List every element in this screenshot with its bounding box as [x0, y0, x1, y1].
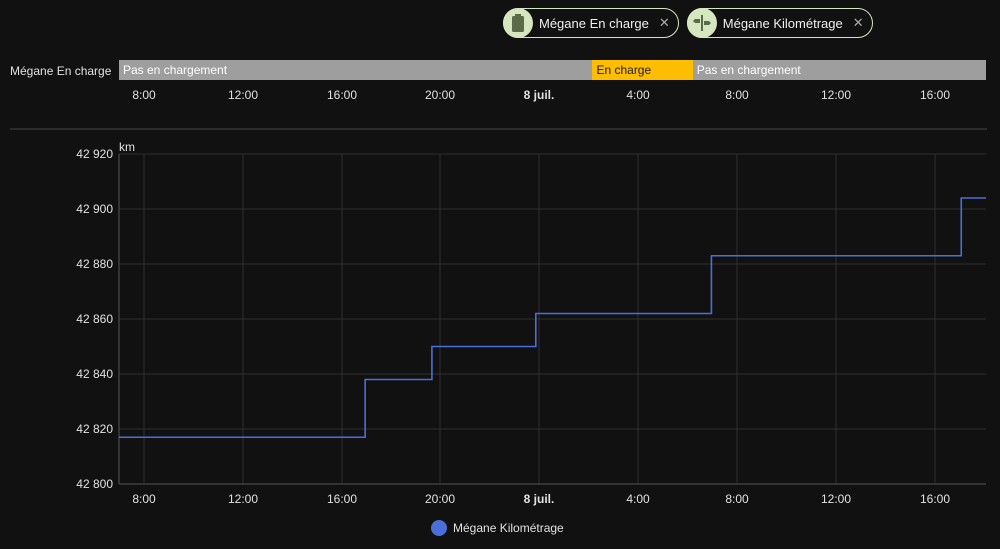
chart-legend[interactable]: Mégane Kilométrage — [431, 520, 564, 536]
odometer-chart: 42 920 42 900 42 880 42 860 42 840 42 820 42 8… — [76, 140, 987, 506]
y-tick-label: 42 880 — [76, 257, 113, 271]
series-line-megane-kilometrage — [119, 197, 986, 439]
x-tick-label: 8:00 — [725, 492, 749, 506]
legend-label: Mégane Kilométrage — [453, 521, 564, 535]
x-tick-label: 12:00 — [228, 492, 258, 506]
x-tick-label: 8 juil. — [524, 492, 555, 506]
y-tick-label: 42 900 — [76, 202, 113, 216]
x-tick-label: 4:00 — [626, 492, 650, 506]
y-tick-label: 42 860 — [76, 312, 113, 326]
y-tick-label: 42 920 — [76, 147, 113, 161]
x-tick-label: 16:00 — [327, 492, 357, 506]
x-tick-label: 12:00 — [821, 492, 851, 506]
y-axis-unit-label: km — [119, 140, 135, 154]
y-tick-label: 42 840 — [76, 367, 113, 381]
x-tick-label: 16:00 — [920, 492, 950, 506]
x-tick-label: 20:00 — [425, 492, 455, 506]
y-tick-label: 42 820 — [76, 422, 113, 436]
y-tick-label: 42 800 — [76, 477, 113, 491]
x-tick-label: 8:00 — [132, 492, 156, 506]
legend-swatch — [431, 520, 447, 536]
